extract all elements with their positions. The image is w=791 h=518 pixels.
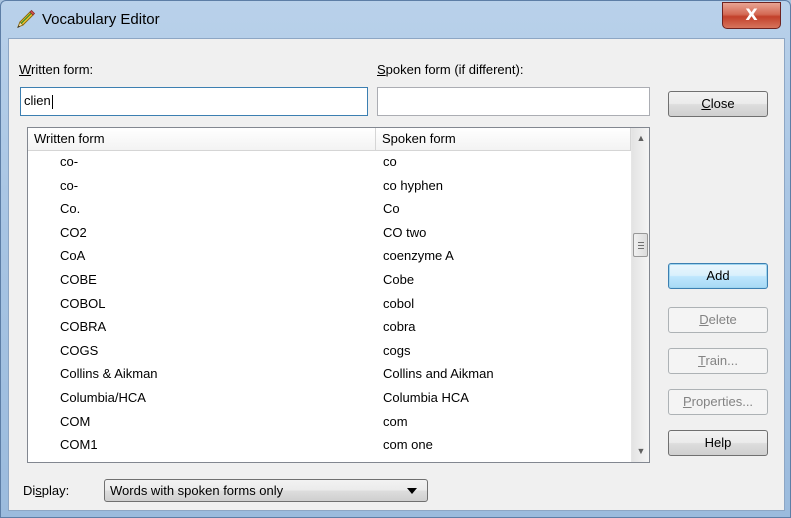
list-item[interactable]: Co. Co — [28, 197, 631, 220]
scrollbar-thumb[interactable] — [633, 233, 648, 257]
grip-line — [638, 245, 644, 246]
display-filter-value: Words with spoken forms only — [110, 483, 284, 498]
help-button[interactable]: Help — [668, 430, 768, 456]
vocabulary-list[interactable]: Written form Spoken form co-co co-co hyph… — [27, 127, 650, 463]
written-form-cell: COBE — [60, 272, 97, 287]
written-form-label: Written form: — [19, 62, 93, 77]
list-item[interactable]: COBRA cobra — [28, 315, 631, 338]
spoken-form-cell: CO two — [383, 224, 427, 240]
properties-label: roperties... — [691, 394, 754, 409]
close-label: lose — [710, 96, 735, 111]
close-accel: C — [701, 96, 711, 111]
column-header-written-form[interactable]: Written form — [28, 128, 376, 150]
window-close-button[interactable]: X — [722, 2, 781, 29]
written-form-cell: COM — [60, 413, 91, 429]
written-form-cell: Co. — [60, 201, 81, 217]
spoken-form-cell: Columbia HCA — [383, 390, 469, 405]
pencil-icon — [17, 9, 36, 28]
train-label: rain... — [705, 353, 738, 368]
written-form-cell: COGS — [60, 342, 99, 358]
vocabulary-editor-window: Vocabulary Editor X Written form: Spoken… — [0, 0, 791, 518]
list-item[interactable]: co-co hyphen — [28, 174, 631, 197]
text-caret — [51, 94, 53, 109]
list-item[interactable]: COBE Cobe — [28, 268, 631, 291]
list-item[interactable]: CoA coenzyme A — [28, 244, 631, 267]
train-button[interactable]: Train... — [668, 348, 768, 374]
written-form-label-text: ritten form: — [31, 62, 94, 77]
spoken-form-cell: Cobe — [383, 272, 415, 287]
list-item[interactable]: Collins & Aikman Collins and Aikman — [28, 362, 631, 385]
column-header-spoken-form[interactable]: Spoken form — [376, 128, 631, 150]
written-form-cell: COM1 — [60, 437, 98, 453]
spoken-form-input[interactable] — [377, 87, 650, 116]
list-item[interactable]: co-co — [28, 150, 631, 173]
add-button[interactable]: Add — [668, 263, 768, 289]
add-label: Add — [706, 268, 730, 283]
list-item[interactable]: CO2 CO two — [28, 221, 631, 244]
list-header: Written form Spoken form — [28, 128, 631, 151]
properties-button[interactable]: Properties... — [668, 389, 768, 415]
list-item[interactable]: COGS cogs — [28, 339, 631, 362]
spoken-form-cell: cogs — [383, 342, 411, 358]
written-form-cell: CoA — [60, 248, 86, 264]
list-item[interactable]: COM1 com one — [28, 433, 631, 456]
help-label: Help — [704, 435, 732, 450]
display-label-pre: Di — [23, 483, 36, 498]
display-label-post: play: — [41, 483, 70, 498]
delete-accel: D — [699, 312, 709, 327]
scroll-up-arrow-icon[interactable]: ▲ — [632, 130, 649, 147]
written-form-input[interactable]: clien — [20, 87, 368, 116]
delete-label: elete — [708, 312, 737, 327]
close-icon: X — [745, 5, 758, 24]
written-form-value: clien — [24, 93, 51, 108]
written-form-cell: COBOL — [60, 295, 106, 311]
vertical-scrollbar[interactable]: ▲ ▼ — [631, 128, 649, 462]
spoken-form-accel: S — [377, 62, 386, 77]
list-item[interactable]: COM com — [28, 410, 631, 433]
written-form-cell: co- — [60, 177, 79, 193]
written-form-cell: Columbia/HCA — [60, 390, 146, 405]
written-form-cell: co- — [60, 154, 79, 169]
spoken-form-cell: co hyphen — [383, 177, 443, 193]
spoken-form-cell: Collins and Aikman — [383, 366, 494, 382]
spoken-form-cell: co — [383, 154, 397, 169]
spoken-form-cell: com one — [383, 437, 433, 453]
window-title: Vocabulary Editor — [42, 11, 160, 28]
spoken-form-cell: cobol — [383, 295, 415, 311]
dialog-client-area: Written form: Spoken form (if different)… — [8, 38, 785, 511]
close-button[interactable]: Close — [668, 91, 768, 117]
spoken-form-label: Spoken form (if different): — [377, 62, 523, 77]
spoken-form-cell: coenzyme A — [383, 248, 454, 264]
spoken-form-label-text: poken form (if different): — [385, 62, 524, 77]
title-bar[interactable]: Vocabulary Editor X — [1, 1, 790, 39]
scroll-down-arrow-icon[interactable]: ▼ — [632, 443, 649, 460]
written-form-accel: W — [19, 62, 32, 77]
grip-line — [638, 242, 644, 243]
properties-accel: P — [682, 394, 692, 409]
list-item[interactable]: COBOL cobol — [28, 292, 631, 315]
written-form-cell: COBRA — [60, 319, 107, 335]
display-filter-select[interactable]: Words with spoken forms only — [104, 479, 428, 502]
grip-line — [638, 248, 644, 249]
chevron-down-icon — [407, 488, 417, 494]
list-item[interactable]: Columbia/HCA Columbia HCA — [28, 386, 631, 409]
spoken-form-cell: cobra — [383, 319, 416, 335]
spoken-form-cell: Co — [383, 201, 400, 217]
display-label: Display: — [23, 483, 69, 498]
spoken-form-cell: com — [383, 413, 408, 429]
written-form-cell: CO2 — [60, 224, 87, 240]
written-form-cell: Collins & Aikman — [60, 366, 158, 382]
delete-button[interactable]: Delete — [668, 307, 768, 333]
